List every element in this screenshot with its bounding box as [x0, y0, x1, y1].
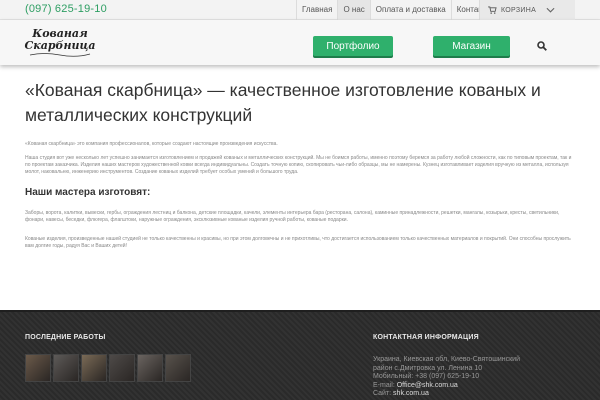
top-bar: (097) 625-19-10 Главная О нас Оплата и д…: [0, 0, 600, 20]
mobile-label: Мобильный:: [373, 373, 414, 380]
work-thumbnail[interactable]: [109, 354, 135, 382]
work-thumbnail[interactable]: [53, 354, 79, 382]
site-header: Кованая Скарбница Портфолио Магазин: [0, 20, 600, 65]
logo-line-1: Кованая: [32, 26, 88, 40]
nav-item-home[interactable]: Главная: [296, 0, 337, 20]
work-thumbnail[interactable]: [25, 354, 51, 382]
site-logo[interactable]: Кованая Скарбница: [25, 23, 95, 61]
chevron-down-icon: [546, 7, 555, 13]
site-line: Сайт: shk.com.ua: [373, 390, 583, 399]
work-thumbnail[interactable]: [165, 354, 191, 382]
site-footer: ПОСЛЕДНИЕ РАБОТЫ КОНТАКТНАЯ ИНФОРМАЦИЯ У…: [0, 310, 600, 400]
nav-item-about[interactable]: О нас: [337, 0, 370, 20]
mobile-number[interactable]: +38 (097) 625-19-10: [415, 373, 479, 380]
work-thumbnail[interactable]: [81, 354, 107, 382]
search-icon[interactable]: [537, 41, 547, 51]
email-link[interactable]: Office@shk.com.ua: [397, 382, 458, 389]
top-nav: Главная О нас Оплата и доставка Контакты: [296, 0, 496, 20]
phone-number[interactable]: (097) 625-19-10: [25, 3, 107, 15]
recent-works-title: ПОСЛЕДНИЕ РАБОТЫ: [25, 334, 106, 341]
work-thumbnail[interactable]: [137, 354, 163, 382]
quality-paragraph: Кованые изделия, произведенные нашей сту…: [25, 236, 571, 249]
site-label: Сайт:: [373, 390, 392, 397]
email-line: E-mail: Office@shk.com.ua: [373, 382, 583, 391]
site-link[interactable]: shk.com.ua: [393, 390, 429, 397]
cart-label: КОРЗИНА: [501, 6, 537, 14]
logo-line-2: Скарбница: [24, 38, 96, 52]
products-paragraph: Заборы, ворота, калитки, вывески, гербы,…: [25, 210, 560, 223]
shop-button[interactable]: Магазин: [433, 36, 510, 56]
masters-heading: Наши мастера изготовят:: [25, 187, 151, 198]
contact-info: Украина, Киевская обл, Киево-Святошински…: [373, 356, 583, 399]
address-line-2: район с.Дмитровка ул. Ленина 10: [373, 364, 483, 372]
cart-icon: [488, 6, 497, 14]
intro-paragraph: «Кованая скарбница» это компания професс…: [25, 141, 278, 147]
main-content: «Кованая скарбница» — качественное изгот…: [25, 78, 575, 250]
logo-flourish-icon: [29, 52, 91, 57]
address-line-1: Украина, Киевская обл, Киево-Святошински…: [373, 356, 520, 363]
email-label: E-mail:: [373, 381, 395, 389]
portfolio-button[interactable]: Портфолио: [313, 36, 393, 56]
nav-item-payment-delivery[interactable]: Оплата и доставка: [369, 0, 451, 20]
page-title: «Кованая скарбница» — качественное изгот…: [25, 80, 541, 125]
recent-works-gallery: [25, 354, 191, 382]
contact-info-title: КОНТАКТНАЯ ИНФОРМАЦИЯ: [373, 334, 479, 341]
mobile-line: Мобильный: +38 (097) 625-19-10: [373, 373, 583, 382]
about-paragraph: Наша студия вот уже несколько лет успешн…: [25, 155, 572, 175]
cart-button[interactable]: КОРЗИНА: [479, 0, 575, 20]
